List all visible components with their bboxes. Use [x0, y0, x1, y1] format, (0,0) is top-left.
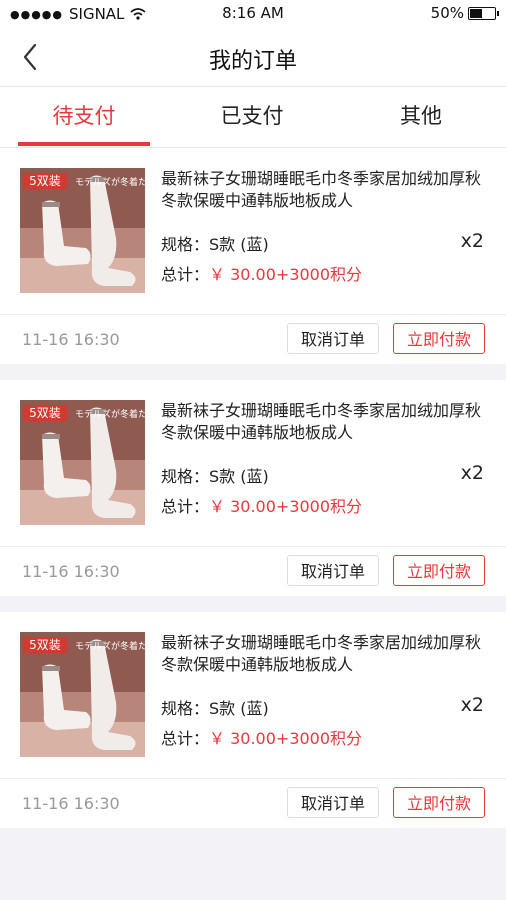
- card-divider: [0, 546, 506, 547]
- order-time: 11-16 16:30: [22, 794, 120, 813]
- cancel-order-button[interactable]: 取消订单: [287, 323, 379, 354]
- order-tabs: 待支付 已支付 其他: [0, 87, 506, 148]
- tab-paid[interactable]: 已支付: [186, 87, 318, 147]
- product-title[interactable]: 最新袜子女珊瑚睡眠毛巾冬季家居加绒加厚秋冬款保暖中通韩版地板成人: [161, 400, 481, 444]
- pay-now-button[interactable]: 立即付款: [393, 787, 485, 818]
- order-card[interactable]: 5双装 モデルズが冬着たいもの! 最新袜子女珊瑚睡眠毛巾冬季家居加绒加厚秋冬款保…: [0, 380, 506, 596]
- product-title[interactable]: 最新袜子女珊瑚睡眠毛巾冬季家居加绒加厚秋冬款保暖中通韩版地板成人: [161, 168, 481, 212]
- tab-other[interactable]: 其他: [355, 87, 487, 147]
- battery-area: 50%: [430, 4, 499, 22]
- order-time: 11-16 16:30: [22, 562, 120, 581]
- total-label: 总计：: [161, 497, 210, 516]
- product-spec: 规格：S款 (蓝): [161, 467, 269, 486]
- product-caption: モデルズが冬着たいもの!: [75, 640, 145, 652]
- product-spec: 规格：S款 (蓝): [161, 699, 269, 718]
- total-price: ￥ 30.00+3000积分: [209, 497, 363, 516]
- page-title: 我的订单: [208, 49, 297, 74]
- order-card[interactable]: 5双装 モデルズが冬着たいもの! 最新袜子女珊瑚睡眠毛巾冬季家居加绒加厚秋冬款保…: [0, 148, 506, 364]
- cancel-order-button[interactable]: 取消订单: [287, 787, 379, 818]
- product-title[interactable]: 最新袜子女珊瑚睡眠毛巾冬季家居加绒加厚秋冬款保暖中通韩版地板成人: [161, 632, 481, 676]
- total-price: ￥ 30.00+3000积分: [209, 729, 363, 748]
- status-bar: ●●●●● SIGNAL 8:16 AM 50%: [0, 0, 506, 28]
- order-time: 11-16 16:30: [22, 330, 120, 349]
- product-caption: モデルズが冬着たいもの!: [75, 408, 145, 420]
- product-image[interactable]: 5双装 モデルズが冬着たいもの!: [20, 632, 145, 757]
- total-label: 总计：: [161, 265, 210, 284]
- product-image[interactable]: 5双装 モデルズが冬着たいもの!: [20, 168, 145, 293]
- product-image[interactable]: 5双装 モデルズが冬着たいもの!: [20, 400, 145, 525]
- product-caption: モデルズが冬着たいもの!: [75, 176, 145, 188]
- total-price: ￥ 30.00+3000积分: [209, 265, 363, 284]
- card-divider: [0, 778, 506, 779]
- active-tab-indicator: [18, 142, 150, 146]
- order-card[interactable]: 5双装 モデルズが冬着たいもの! 最新袜子女珊瑚睡眠毛巾冬季家居加绒加厚秋冬款保…: [0, 612, 506, 828]
- product-quantity: x2: [460, 462, 484, 484]
- product-quantity: x2: [460, 694, 484, 716]
- card-divider: [0, 314, 506, 315]
- product-badge: 5双装: [29, 174, 61, 188]
- battery-icon: [468, 6, 499, 20]
- navigation-bar: 我的订单: [0, 28, 506, 87]
- cancel-order-button[interactable]: 取消订单: [287, 555, 379, 586]
- total-label: 总计：: [161, 729, 210, 748]
- product-spec: 规格：S款 (蓝): [161, 235, 269, 254]
- product-quantity: x2: [460, 230, 484, 252]
- pay-now-button[interactable]: 立即付款: [393, 555, 485, 586]
- order-total: 总计：￥ 30.00+3000积分: [161, 493, 362, 517]
- pay-now-button[interactable]: 立即付款: [393, 323, 485, 354]
- product-badge: 5双装: [29, 638, 61, 652]
- order-total: 总计：￥ 30.00+3000积分: [161, 261, 362, 285]
- tab-pending-payment[interactable]: 待支付: [18, 87, 150, 147]
- order-total: 总计：￥ 30.00+3000积分: [161, 725, 362, 749]
- battery-percent: 50%: [430, 4, 464, 22]
- product-badge: 5双装: [29, 406, 61, 420]
